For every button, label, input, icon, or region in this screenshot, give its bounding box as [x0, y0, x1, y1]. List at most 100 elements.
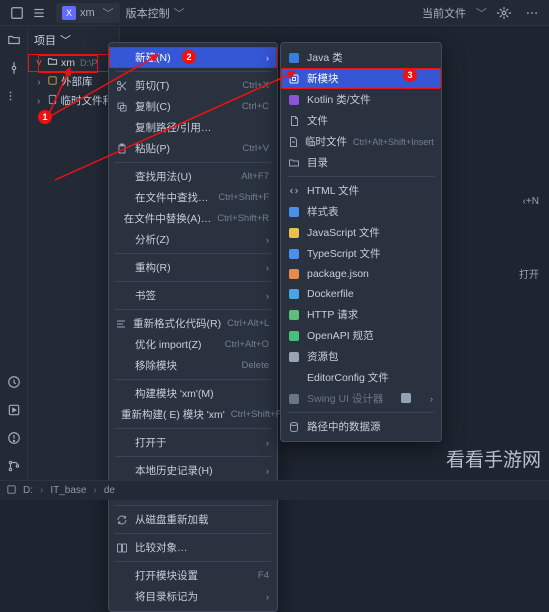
- library-icon: [47, 75, 58, 89]
- submenu-item[interactable]: 目录: [281, 152, 441, 173]
- menu-item[interactable]: 重新构建( E) 模块 'xm'Ctrl+Shift+F9: [109, 404, 277, 425]
- menu-item[interactable]: 构建模块 'xm'(M): [109, 383, 277, 404]
- blank-icon: [115, 569, 129, 583]
- context-menu: 新建(N)›剪切(T)Ctrl+X复制(C)Ctrl+C复制路径/引用…粘贴(P…: [108, 42, 278, 612]
- submenu-item[interactable]: EditorConfig 文件: [281, 367, 441, 388]
- chevron-right-icon: ›: [430, 394, 433, 404]
- submenu-item[interactable]: TypeScript 文件: [281, 243, 441, 264]
- folder-icon: [47, 56, 58, 70]
- hint-tool-n: ‹+N: [523, 196, 539, 207]
- folder-icon[interactable]: [4, 30, 24, 50]
- menu-item-label: 书签: [135, 288, 260, 303]
- menu-item-shortcut: Ctrl+X: [242, 80, 269, 91]
- structure-icon[interactable]: [4, 86, 24, 106]
- current-file-dropdown[interactable]: 当前文件: [422, 5, 466, 21]
- menu-item-label: 从磁盘重新加载: [135, 512, 269, 527]
- tree-ext-libs[interactable]: › 外部库: [28, 72, 119, 91]
- vcs-icon[interactable]: [4, 456, 24, 476]
- commit-icon[interactable]: [4, 58, 24, 78]
- menu-item-label: 分析(Z): [135, 232, 260, 247]
- hamburger-icon[interactable]: [28, 2, 50, 24]
- menu-item[interactable]: 在文件中替换(A)…Ctrl+Shift+R: [109, 208, 277, 229]
- blank-icon: [115, 590, 129, 604]
- menu-item[interactable]: 重新格式化代码(R) Ctrl+Alt+L: [109, 313, 277, 334]
- submenu-item[interactable]: Swing UI 设计器 ›: [281, 388, 441, 409]
- project-selector[interactable]: X xm ﹀: [56, 3, 120, 23]
- tree-root-xm[interactable]: ˅ xm D:\P: [28, 54, 119, 72]
- chevron-down-icon: ﹀: [476, 5, 487, 21]
- submenu-item[interactable]: Java 类: [281, 47, 441, 68]
- submenu-item[interactable]: Kotlin 类/文件: [281, 89, 441, 110]
- menu-item[interactable]: 比较对象…: [109, 537, 277, 558]
- submenu-item[interactable]: 新模块: [281, 68, 441, 89]
- menu-item-label: 复制路径/引用…: [135, 120, 269, 135]
- menu-item[interactable]: 打开模块设置F4: [109, 565, 277, 586]
- status-square-icon[interactable]: [6, 484, 17, 498]
- menu-item[interactable]: 从磁盘重新加载: [109, 509, 277, 530]
- menu-item[interactable]: 将目录标记为 ›: [109, 586, 277, 607]
- terminal-icon[interactable]: [4, 372, 24, 392]
- submenu-item[interactable]: HTTP 请求: [281, 304, 441, 325]
- submenu-item[interactable]: 资源包: [281, 346, 441, 367]
- submenu-item[interactable]: HTML 文件: [281, 180, 441, 201]
- submenu-item[interactable]: 文件: [281, 110, 441, 131]
- caret-open-icon: ˅: [34, 57, 44, 69]
- menu-item-label: 重新格式化代码(R): [133, 316, 221, 331]
- module-icon: [287, 72, 301, 86]
- debug-icon[interactable]: [493, 2, 515, 24]
- docker-icon: [287, 287, 301, 301]
- sidebar-title[interactable]: 项目 ﹀: [28, 28, 119, 52]
- submenu-item-label: HTML 文件: [307, 183, 433, 198]
- blank-icon: [115, 338, 129, 352]
- menu-item[interactable]: 复制路径/引用…: [109, 117, 277, 138]
- vcs-dropdown[interactable]: 版本控制: [126, 5, 170, 21]
- submenu-item[interactable]: OpenAPI 规范: [281, 325, 441, 346]
- run-icon[interactable]: [4, 400, 24, 420]
- blank-icon: [115, 233, 129, 247]
- submenu-item-label: Swing UI 设计器: [307, 391, 424, 406]
- submenu-item[interactable]: 样式表: [281, 201, 441, 222]
- compare-icon: [115, 541, 129, 555]
- menu-item[interactable]: 打开于›: [109, 432, 277, 453]
- menu-item[interactable]: 查找用法(U)Alt+F7: [109, 166, 277, 187]
- menu-item[interactable]: 在文件中查找…Ctrl+Shift+F: [109, 187, 277, 208]
- crumb-sep: ›: [93, 485, 96, 496]
- chevron-right-icon: ›: [266, 592, 269, 602]
- tree-scratches-label: 临时文件和: [61, 93, 114, 108]
- submenu-item-label: 文件: [307, 113, 433, 128]
- http-icon: [287, 308, 301, 322]
- submenu-item-label: 样式表: [307, 204, 433, 219]
- tree-ext-libs-label: 外部库: [61, 74, 93, 89]
- paste-icon: [115, 142, 129, 156]
- problems-icon[interactable]: [4, 428, 24, 448]
- breadcrumb[interactable]: D: › IT_base › de: [23, 485, 115, 496]
- menu-item-label: 构建模块 'xm'(M): [135, 386, 269, 401]
- submenu-item-label: Dockerfile: [307, 288, 433, 300]
- more-icon[interactable]: [521, 2, 543, 24]
- menu-item[interactable]: 优化 import(Z)Ctrl+Alt+O: [109, 334, 277, 355]
- submenu-item[interactable]: Dockerfile: [281, 284, 441, 304]
- submenu-item[interactable]: 路径中的数据源: [281, 416, 441, 437]
- menu-item[interactable]: 重构(R)›: [109, 257, 277, 278]
- menu-item[interactable]: 剪切(T)Ctrl+X: [109, 75, 277, 96]
- blank-icon: [115, 464, 129, 478]
- submenu-item[interactable]: 临时文件Ctrl+Alt+Shift+Insert: [281, 131, 441, 152]
- tree-scratches[interactable]: › 临时文件和: [28, 91, 119, 110]
- blank-icon: [115, 261, 129, 275]
- menu-item[interactable]: 分析(Z)›: [109, 229, 277, 250]
- menu-item[interactable]: 复制(C)Ctrl+C: [109, 96, 277, 117]
- menu-item-label: 粘贴(P): [135, 141, 236, 156]
- menu-item-label: 比较对象…: [135, 540, 269, 555]
- menu-item-shortcut: Ctrl+Alt+L: [227, 318, 269, 329]
- submenu-item-label: package.json: [307, 268, 433, 280]
- menu-item[interactable]: 书签›: [109, 285, 277, 306]
- menu-item-label: 将目录标记为: [135, 589, 260, 604]
- submenu-item-label: OpenAPI 规范: [307, 328, 433, 343]
- css-icon: [287, 205, 301, 219]
- submenu-item[interactable]: package.json: [281, 264, 441, 284]
- menu-item[interactable]: 移除模块Delete: [109, 355, 277, 376]
- submenu-item[interactable]: JavaScript 文件: [281, 222, 441, 243]
- main-menu-icon[interactable]: [6, 2, 28, 24]
- menu-item[interactable]: 本地历史记录(H)›: [109, 460, 277, 481]
- menu-item[interactable]: 粘贴(P)Ctrl+V: [109, 138, 277, 159]
